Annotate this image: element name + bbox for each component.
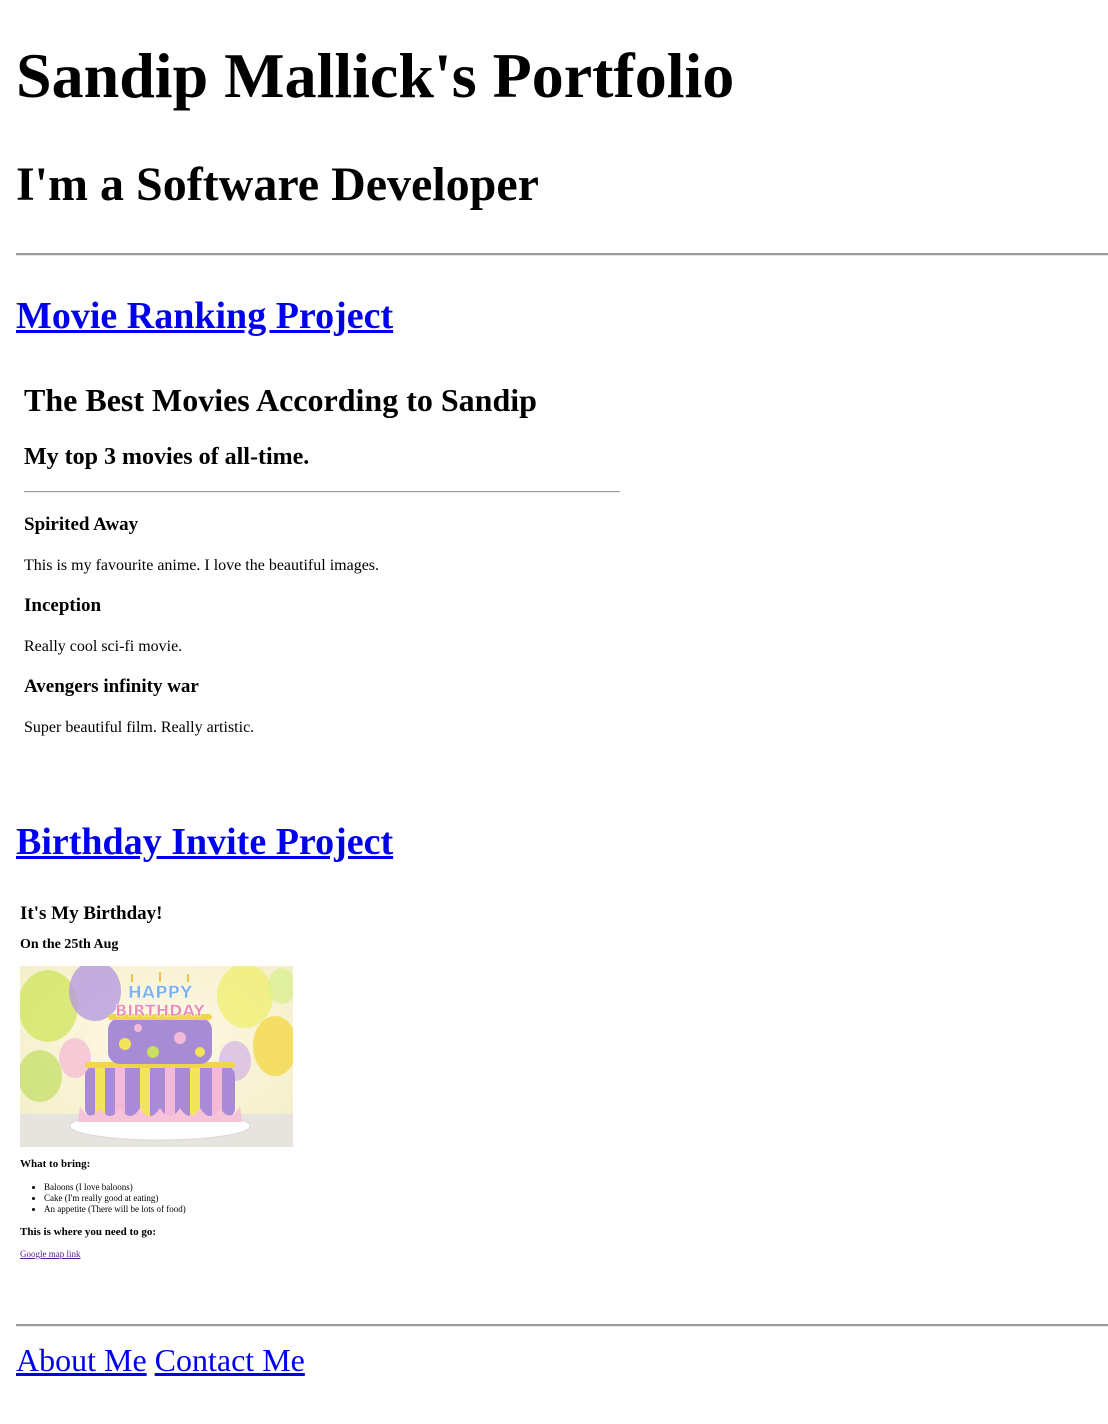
movie-page-subtitle: My top 3 movies of all-time. bbox=[24, 444, 310, 470]
birthday-date: On the 25th Aug bbox=[20, 937, 119, 952]
birthday-title: It's My Birthday! bbox=[20, 903, 163, 924]
movie-title-1: Spirited Away bbox=[24, 514, 139, 535]
movie-description-2: Really cool sci-fi movie. bbox=[24, 638, 183, 655]
list-item: Cake (I'm really good at eating) bbox=[44, 1193, 186, 1204]
where-to-go-heading: This is where you need to go: bbox=[20, 1226, 157, 1238]
movie-title-3: Avengers infinity war bbox=[24, 676, 199, 697]
bottom-divider bbox=[16, 1324, 1108, 1327]
list-item: Baloons (I love baloons) bbox=[44, 1182, 186, 1193]
birthday-invite-project-link[interactable]: Birthday Invite Project bbox=[16, 820, 393, 864]
movie-description-1: This is my favourite anime. I love the b… bbox=[24, 557, 380, 574]
about-me-link[interactable]: About Me bbox=[16, 1342, 147, 1378]
bring-list: Baloons (I love baloons) Cake (I'm reall… bbox=[20, 1182, 186, 1215]
movie-ranking-project-link[interactable]: Movie Ranking Project bbox=[16, 294, 393, 338]
birthday-cake-image: HAPPY BIRTHDAY bbox=[20, 966, 293, 1147]
movie-ranking-embed: The Best Movies According to Sandip My t… bbox=[24, 372, 624, 752]
svg-text:BIRTHDAY: BIRTHDAY bbox=[115, 1001, 205, 1020]
movie-title-2: Inception bbox=[24, 595, 102, 616]
svg-text:HAPPY: HAPPY bbox=[128, 983, 193, 1003]
movie-page-title: The Best Movies According to Sandip bbox=[24, 382, 537, 418]
contact-me-link[interactable]: Contact Me bbox=[155, 1342, 305, 1378]
page-subtitle: I'm a Software Developer bbox=[16, 158, 539, 211]
page-title: Sandip Mallick's Portfolio bbox=[16, 40, 735, 111]
google-map-link[interactable]: Google map link bbox=[20, 1248, 81, 1260]
list-item: An appetite (There will be lots of food) bbox=[44, 1204, 186, 1215]
movie-description-3: Super beautiful film. Really artistic. bbox=[24, 719, 255, 736]
what-to-bring-heading: What to bring: bbox=[20, 1158, 91, 1170]
top-divider bbox=[16, 253, 1108, 256]
movie-divider bbox=[24, 491, 620, 493]
footer-nav: About Me Contact Me bbox=[16, 1340, 305, 1380]
birthday-invite-embed: It's My Birthday! On the 25th Aug HAPPY … bbox=[20, 898, 320, 1278]
